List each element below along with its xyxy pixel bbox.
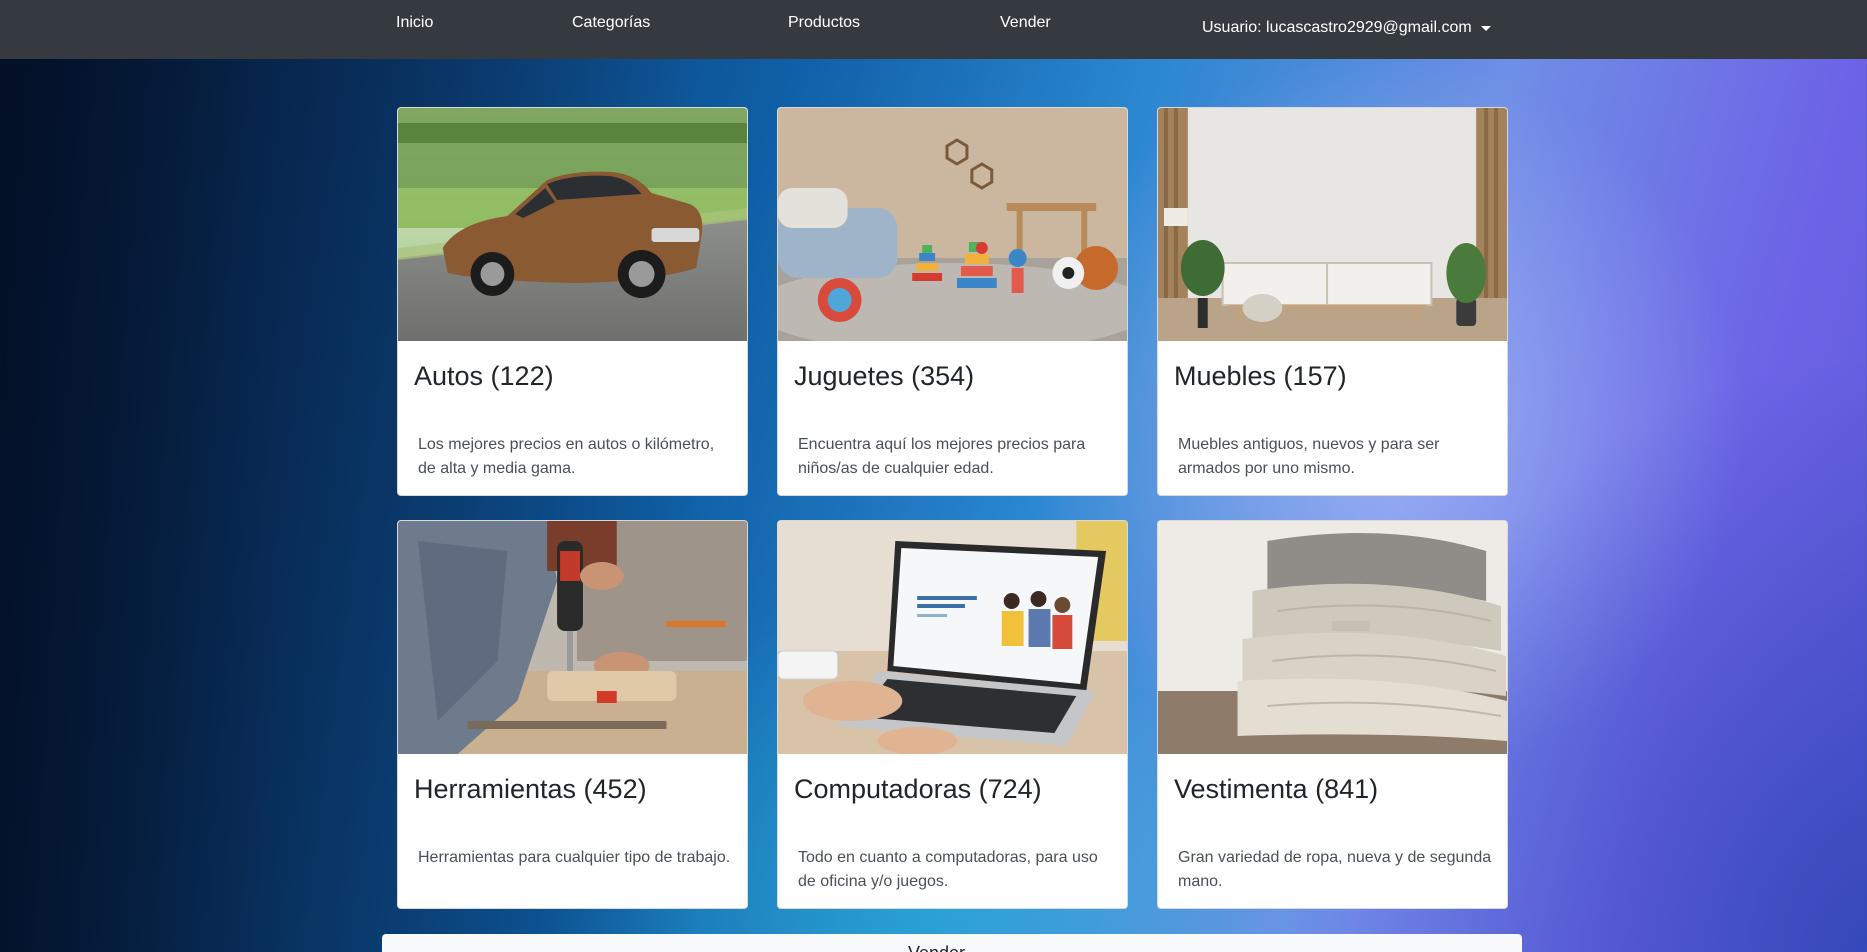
card-description: Encuentra aquí los mejores precios para … xyxy=(798,436,1086,477)
sell-banner: Vender xyxy=(382,934,1522,952)
nav-vender-link[interactable]: Vender xyxy=(1000,14,1051,32)
card-title: Vestimenta (841) xyxy=(1174,774,1379,804)
top-navbar: Inicio Categorías Productos Vender Usuar… xyxy=(0,0,1867,59)
category-card-vestimenta[interactable]: Vestimenta (841) Gran variedad de ropa, … xyxy=(1157,520,1508,909)
card-description: Herramientas para cualquier tipo de trab… xyxy=(418,849,731,866)
nav-categorias-link[interactable]: Categorías xyxy=(572,14,650,32)
card-description: Gran variedad de ropa, nueva y de segund… xyxy=(1178,849,1492,890)
card-title: Computadoras (724) xyxy=(794,774,1042,804)
toys-photo xyxy=(778,108,1127,341)
card-title: Muebles (157) xyxy=(1174,361,1347,391)
user-dropdown-toggle[interactable]: Usuario: lucascastro2929@gmail.com xyxy=(1202,19,1491,37)
user-email-label: Usuario: lucascastro2929@gmail.com xyxy=(1202,19,1472,36)
card-title: Herramientas (452) xyxy=(414,774,647,804)
category-card-muebles[interactable]: Muebles (157) Muebles antiguos, nuevos y… xyxy=(1157,107,1508,496)
car-photo xyxy=(398,108,747,341)
sell-banner-label: Vender xyxy=(908,943,965,952)
chevron-down-icon xyxy=(1480,25,1491,31)
card-description: Muebles antiguos, nuevos y para ser arma… xyxy=(1178,436,1440,477)
card-description: Los mejores precios en autos o kilómetro… xyxy=(418,436,715,477)
nav-inicio-link[interactable]: Inicio xyxy=(396,14,433,32)
category-card-computadoras[interactable]: Computadoras (724) Todo en cuanto a comp… xyxy=(777,520,1128,909)
tools-photo xyxy=(398,521,747,754)
laptop-photo xyxy=(778,521,1127,754)
nav-productos-link[interactable]: Productos xyxy=(788,14,860,32)
card-title: Juguetes (354) xyxy=(794,361,975,391)
category-card-herramientas[interactable]: Herramientas (452) Herramientas para cua… xyxy=(397,520,748,909)
furniture-photo xyxy=(1158,108,1507,341)
card-description: Todo en cuanto a computadoras, para uso … xyxy=(798,849,1098,890)
category-card-juguetes[interactable]: Juguetes (354) Encuentra aquí los mejore… xyxy=(777,107,1128,496)
category-card-autos[interactable]: Autos (122) Los mejores precios en autos… xyxy=(397,107,748,496)
card-title: Autos (122) xyxy=(414,361,554,391)
clothes-photo xyxy=(1158,521,1507,754)
